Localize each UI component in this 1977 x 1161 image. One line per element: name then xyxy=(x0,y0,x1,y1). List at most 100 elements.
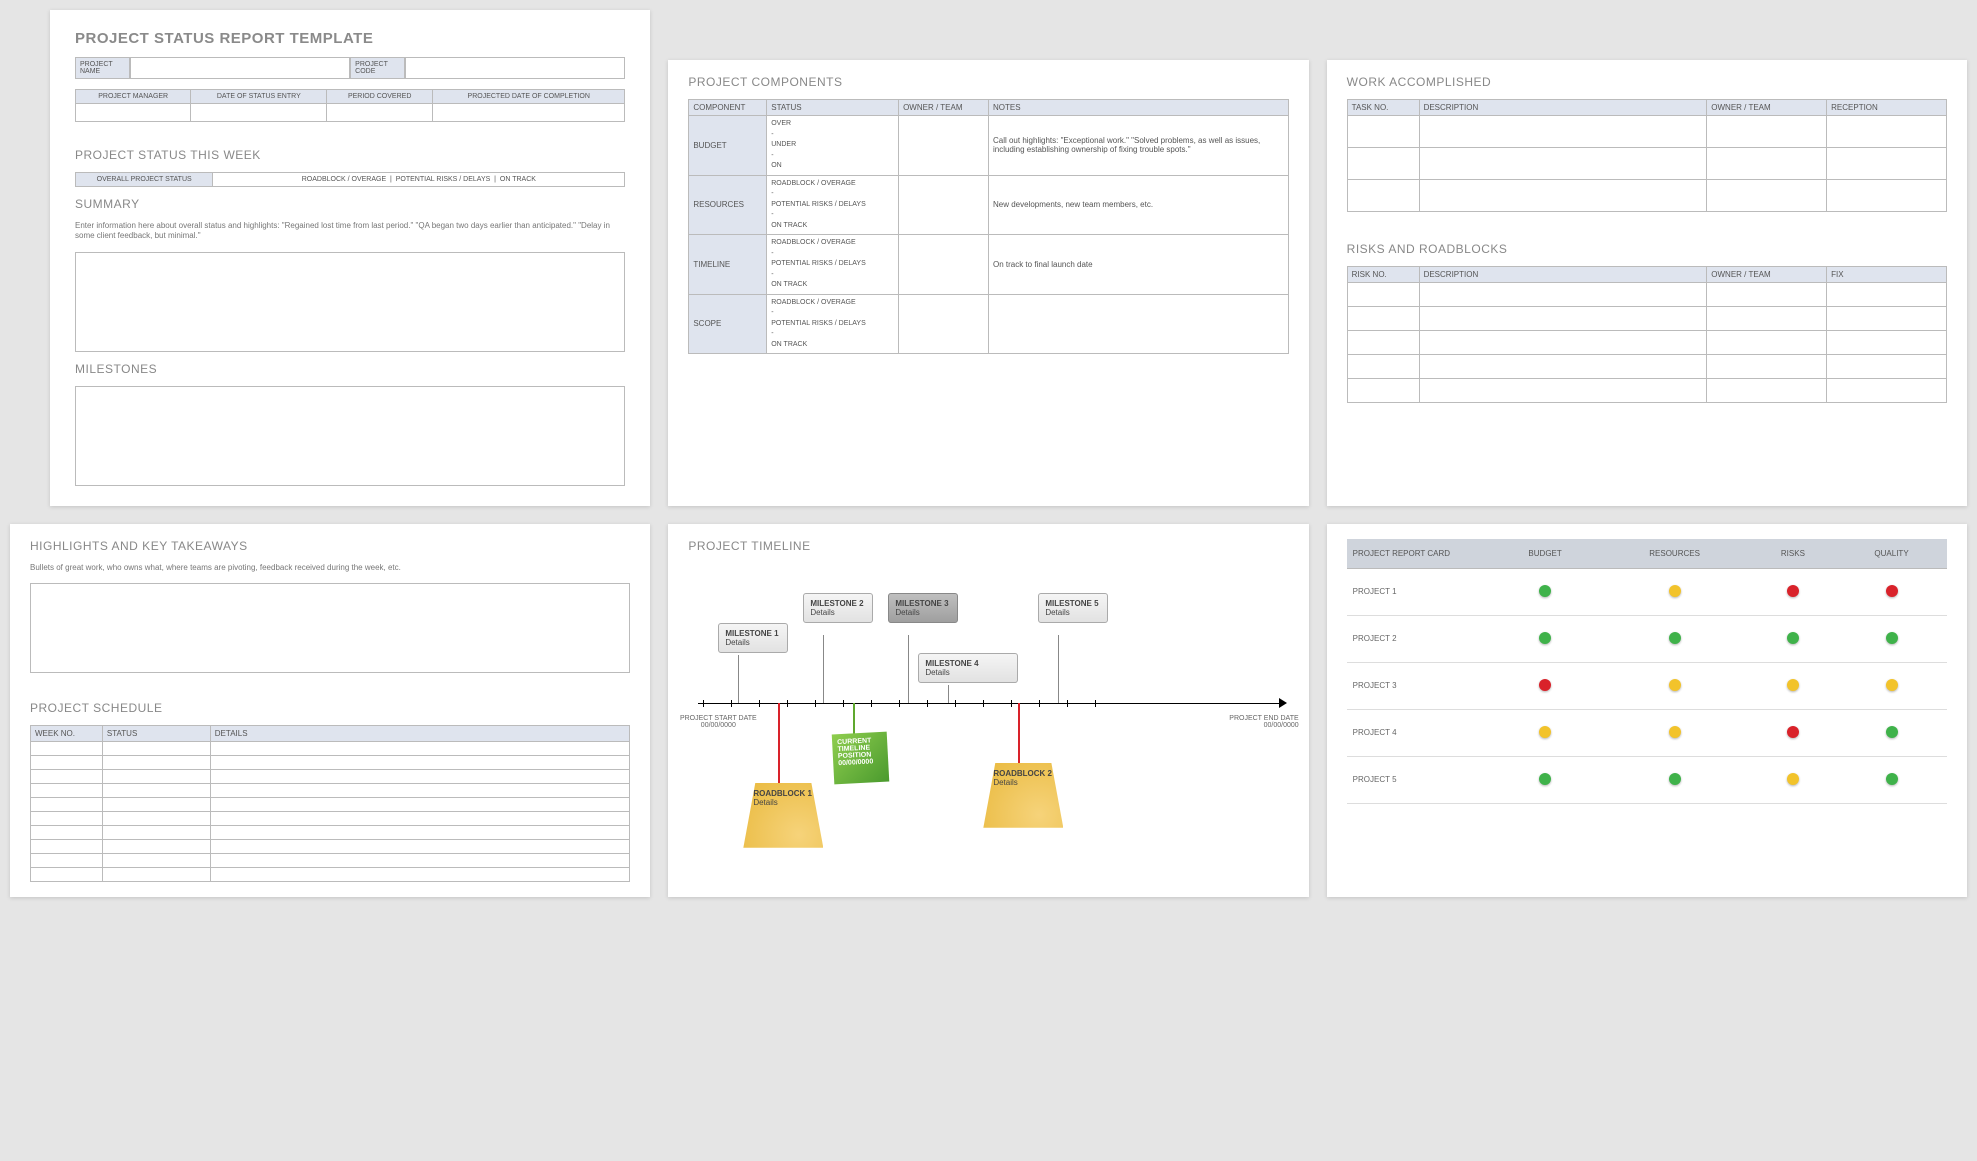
component-status: ROADBLOCK / OVERAGE-POTENTIAL RISKS / DE… xyxy=(767,235,899,295)
status-dot-icon xyxy=(1886,726,1898,738)
component-name: SCOPE xyxy=(689,294,767,354)
status-dot-icon xyxy=(1669,585,1681,597)
components-table: COMPONENT STATUS OWNER / TEAM NOTES BUDG… xyxy=(688,99,1288,354)
status-dot-icon xyxy=(1886,679,1898,691)
page-1: PROJECT STATUS REPORT TEMPLATE PROJECT N… xyxy=(50,10,650,506)
report-card-row: PROJECT 5 xyxy=(1347,756,1947,803)
status-dot-icon xyxy=(1539,632,1551,644)
col-manager: PROJECT MANAGER xyxy=(76,90,191,104)
status-dot-icon xyxy=(1787,726,1799,738)
page-6: PROJECT REPORT CARD BUDGET RESOURCES RIS… xyxy=(1327,524,1967,897)
status-dot-icon xyxy=(1886,632,1898,644)
roadblock-1-box: ROADBLOCK 1Details xyxy=(743,783,823,848)
component-owner[interactable] xyxy=(899,175,989,235)
legend-overall: OVERALL PROJECT STATUS xyxy=(76,173,213,187)
page-title: PROJECT STATUS REPORT TEMPLATE xyxy=(75,30,625,47)
summary-heading: SUMMARY xyxy=(75,197,625,211)
project-meta-table: PROJECT MANAGER DATE OF STATUS ENTRY PER… xyxy=(75,89,625,122)
milestones-heading: MILESTONES xyxy=(75,362,625,376)
status-dot-icon xyxy=(1669,726,1681,738)
col-completion: PROJECTED DATE OF COMPLETION xyxy=(433,90,625,104)
report-card-row: PROJECT 1 xyxy=(1347,568,1947,615)
status-dot-icon xyxy=(1886,773,1898,785)
milestone-2-box: MILESTONE 2Details xyxy=(803,593,873,623)
page-4: HIGHLIGHTS AND KEY TAKEAWAYS Bullets of … xyxy=(10,524,650,897)
component-owner[interactable] xyxy=(899,116,989,176)
project-name-cell: PROJECT 3 xyxy=(1347,662,1491,709)
col-period: PERIOD COVERED xyxy=(327,90,433,104)
page-3: WORK ACCOMPLISHED TASK NO. DESCRIPTION O… xyxy=(1327,60,1967,506)
status-dot-icon xyxy=(1669,632,1681,644)
report-card-table: PROJECT REPORT CARD BUDGET RESOURCES RIS… xyxy=(1347,539,1947,804)
status-week-heading: PROJECT STATUS THIS WEEK xyxy=(75,148,625,162)
roadblock-2-box: ROADBLOCK 2Details xyxy=(983,763,1063,828)
status-dot-icon xyxy=(1787,679,1799,691)
schedule-table: WEEK NO. STATUS DETAILS xyxy=(30,725,630,882)
component-notes xyxy=(988,294,1288,354)
milestone-5-box: MILESTONE 5Details xyxy=(1038,593,1108,623)
work-table: TASK NO. DESCRIPTION OWNER / TEAM RECEPT… xyxy=(1347,99,1947,212)
highlights-box[interactable] xyxy=(30,583,630,673)
timeline-title: PROJECT TIMELINE xyxy=(688,539,1288,553)
milestone-3-box: MILESTONE 3Details xyxy=(888,593,958,623)
component-owner[interactable] xyxy=(899,235,989,295)
highlights-hint: Bullets of great work, who owns what, wh… xyxy=(30,563,630,573)
component-status: ROADBLOCK / OVERAGE-POTENTIAL RISKS / DE… xyxy=(767,294,899,354)
current-position-note: CURRENT TIMELINE POSITION 00/00/0000 xyxy=(832,731,890,784)
milestone-4-box: MILESTONE 4Details xyxy=(918,653,1018,683)
status-dot-icon xyxy=(1669,679,1681,691)
timeline-arrow-icon xyxy=(1279,698,1287,708)
report-card-row: PROJECT 4 xyxy=(1347,709,1947,756)
component-row: BUDGETOVER-UNDER-ON Call out highlights: … xyxy=(689,116,1288,176)
component-notes: New developments, new team members, etc. xyxy=(988,175,1288,235)
highlights-title: HIGHLIGHTS AND KEY TAKEAWAYS xyxy=(30,539,630,553)
component-name: TIMELINE xyxy=(689,235,767,295)
component-row: TIMELINEROADBLOCK / OVERAGE-POTENTIAL RI… xyxy=(689,235,1288,295)
timeline-axis xyxy=(698,703,1278,704)
component-owner[interactable] xyxy=(899,294,989,354)
status-dot-icon xyxy=(1539,726,1551,738)
status-dot-icon xyxy=(1787,585,1799,597)
components-title: PROJECT COMPONENTS xyxy=(688,75,1288,89)
project-name-cell: PROJECT 4 xyxy=(1347,709,1491,756)
page-2: PROJECT COMPONENTS COMPONENT STATUS OWNE… xyxy=(668,60,1308,506)
report-card-row: PROJECT 3 xyxy=(1347,662,1947,709)
timeline-diagram: PROJECT START DATE00/00/0000 PROJECT END… xyxy=(688,583,1288,863)
project-code-value[interactable] xyxy=(405,57,625,79)
page-5: PROJECT TIMELINE PROJECT START DATE00/00… xyxy=(668,524,1308,897)
status-legend: OVERALL PROJECT STATUS ROADBLOCK / OVERA… xyxy=(75,172,625,187)
component-name: BUDGET xyxy=(689,116,767,176)
status-dot-icon xyxy=(1886,585,1898,597)
component-row: SCOPEROADBLOCK / OVERAGE-POTENTIAL RISKS… xyxy=(689,294,1288,354)
col-date-entry: DATE OF STATUS ENTRY xyxy=(191,90,327,104)
project-name-code-row: PROJECT NAME PROJECT CODE xyxy=(75,57,625,79)
summary-hint: Enter information here about overall sta… xyxy=(75,221,625,242)
project-name-value[interactable] xyxy=(130,57,350,79)
report-card-row: PROJECT 2 xyxy=(1347,615,1947,662)
end-date-label: PROJECT END DATE00/00/0000 xyxy=(1219,715,1299,729)
component-status: ROADBLOCK / OVERAGE-POTENTIAL RISKS / DE… xyxy=(767,175,899,235)
project-code-label: PROJECT CODE xyxy=(350,57,405,79)
component-notes: Call out highlights: "Exceptional work."… xyxy=(988,116,1288,176)
status-dot-icon xyxy=(1539,679,1551,691)
milestones-box[interactable] xyxy=(75,386,625,486)
project-name-cell: PROJECT 1 xyxy=(1347,568,1491,615)
component-row: RESOURCESROADBLOCK / OVERAGE-POTENTIAL R… xyxy=(689,175,1288,235)
schedule-title: PROJECT SCHEDULE xyxy=(30,701,630,715)
start-date-label: PROJECT START DATE00/00/0000 xyxy=(678,715,758,729)
status-dot-icon xyxy=(1669,773,1681,785)
component-name: RESOURCES xyxy=(689,175,767,235)
project-name-cell: PROJECT 5 xyxy=(1347,756,1491,803)
project-name-cell: PROJECT 2 xyxy=(1347,615,1491,662)
status-dot-icon xyxy=(1787,632,1799,644)
risks-table: RISK NO. DESCRIPTION OWNER / TEAM FIX xyxy=(1347,266,1947,403)
project-name-label: PROJECT NAME xyxy=(75,57,130,79)
status-dot-icon xyxy=(1539,773,1551,785)
summary-box[interactable] xyxy=(75,252,625,352)
component-status: OVER-UNDER-ON xyxy=(767,116,899,176)
status-dot-icon xyxy=(1539,585,1551,597)
work-title: WORK ACCOMPLISHED xyxy=(1347,75,1947,89)
component-notes: On track to final launch date xyxy=(988,235,1288,295)
risks-title: RISKS AND ROADBLOCKS xyxy=(1347,242,1947,256)
milestone-1-box: MILESTONE 1Details xyxy=(718,623,788,653)
